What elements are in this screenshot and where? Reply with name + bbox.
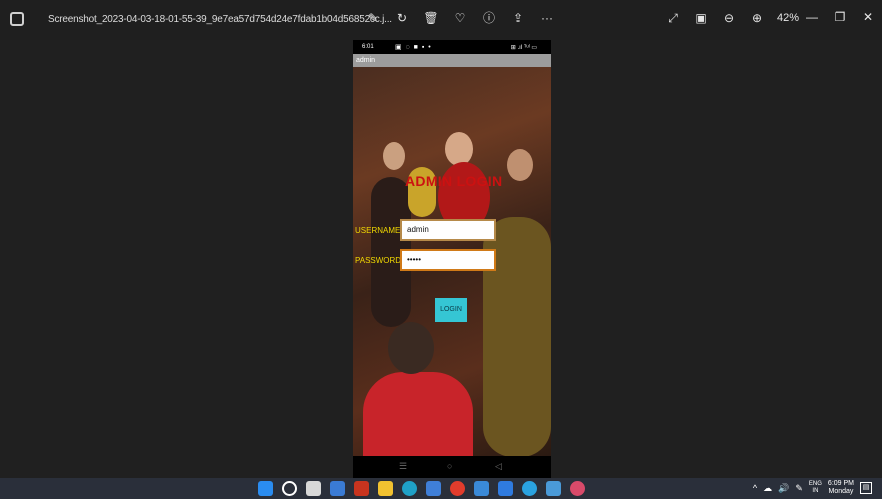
person-right-face [507,149,533,181]
photo-viewer-titlebar: Screenshot_2023-04-03-18-01-55-39_9e7ea5… [0,0,882,40]
edit-icon[interactable]: ✎ [365,10,381,26]
zoom-controls: ⤢ ▣ ⊖ ⊕ 42% [665,10,799,26]
password-field[interactable]: ••••• [400,249,496,271]
username-label: USERNAME [355,226,401,235]
close-icon[interactable]: ✕ [854,6,882,28]
language-indicator[interactable]: ENG IN [809,481,822,495]
fullscreen-icon[interactable]: ⤢ [665,10,681,26]
window-controls: — ❐ ✕ [798,6,882,28]
delete-icon[interactable]: 🗑 [423,10,439,26]
minimize-icon[interactable]: — [798,6,826,28]
cloud-icon[interactable]: ☁ [763,483,772,494]
telegram-icon[interactable] [522,481,537,496]
phone-screenshot: 6:01 ▣ ◌ ■ ▪ • ⊞ .ıl ᵀᵘˡ ▭ admin ADMIN L… [353,40,551,478]
clock-time: 6:09 PM [827,480,854,487]
favorite-icon[interactable]: ♡ [452,10,468,26]
notepad-icon[interactable] [498,481,513,496]
recents-icon[interactable]: ☰ [399,461,407,472]
clock[interactable]: 6:09 PM Monday [828,480,854,496]
edge-icon[interactable] [402,481,417,496]
share-icon[interactable]: ⇪ [510,10,526,26]
windows-taskbar: ^ ☁ 🔊 ✎ ENG IN 6:09 PM Monday ▤ [0,478,882,499]
actual-size-icon[interactable]: ▣ [693,10,709,26]
status-time: 6:01 [362,44,374,50]
app-bar: admin [353,54,551,67]
notification-icons: ▣ ◌ ■ ▪ • [395,44,432,51]
tray-chevron-icon[interactable]: ^ [753,483,757,493]
pen-icon[interactable]: ✎ [795,483,803,494]
password-label: PASSWORD [355,256,402,265]
notification-icon[interactable]: ▤ [860,482,872,494]
language-code: ENG [808,481,822,487]
image-viewer-icon[interactable] [546,481,561,496]
widgets-icon[interactable] [330,481,345,496]
chrome-icon[interactable] [450,481,465,496]
person-back-body [363,372,473,456]
clock-day: Monday [828,488,854,495]
task-view-icon[interactable] [306,481,321,496]
zoom-out-icon[interactable]: ⊖ [721,10,737,26]
zoom-level: 42% [777,12,800,24]
restore-icon[interactable]: ❐ [826,6,854,28]
file-explorer-icon[interactable] [378,481,393,496]
status-bar: 6:01 ▣ ◌ ■ ▪ • ⊞ .ıl ᵀᵘˡ ▭ [353,40,551,54]
more-icon[interactable]: ··· [539,10,555,26]
word-icon[interactable] [354,481,369,496]
zoom-in-icon[interactable]: ⊕ [749,10,765,26]
android-nav-bar: ☰ ○ ◁ [353,456,551,478]
file-name: Screenshot_2023-04-03-18-01-55-39_9e7ea5… [48,13,392,25]
photos-app-icon [10,12,24,26]
viewer-toolbar: ✎ ↻ 🗑 ♡ ⓘ ⇪ ··· [365,10,555,26]
info-icon[interactable]: ⓘ [481,10,497,26]
rotate-icon[interactable]: ↻ [394,10,410,26]
paint-icon[interactable] [570,481,585,496]
person-center-face [445,132,473,166]
home-icon[interactable]: ○ [447,461,452,471]
person-back-head [388,322,434,374]
username-field[interactable]: admin [400,219,496,241]
admin-login-heading: ADMIN LOGIN [405,173,503,189]
system-tray: ^ ☁ 🔊 ✎ ENG IN 6:09 PM Monday ▤ [753,480,872,496]
volume-icon[interactable]: 🔊 [778,483,789,494]
taskbar-apps [258,481,585,496]
image-canvas: 6:01 ▣ ◌ ■ ▪ • ⊞ .ıl ᵀᵘˡ ▭ admin ADMIN L… [0,40,882,478]
signal-icons: ⊞ .ıl ᵀᵘˡ ▭ [510,45,537,51]
store-icon[interactable] [426,481,441,496]
search-icon[interactable] [282,481,297,496]
back-icon[interactable]: ◁ [495,461,502,472]
login-button[interactable]: LOGIN [435,298,467,322]
language-region: IN [812,488,819,494]
start-icon[interactable] [258,481,273,496]
person-left-face [383,142,405,170]
titlebar-left: Screenshot_2023-04-03-18-01-55-39_9e7ea5… [10,12,392,26]
photos-icon[interactable] [474,481,489,496]
